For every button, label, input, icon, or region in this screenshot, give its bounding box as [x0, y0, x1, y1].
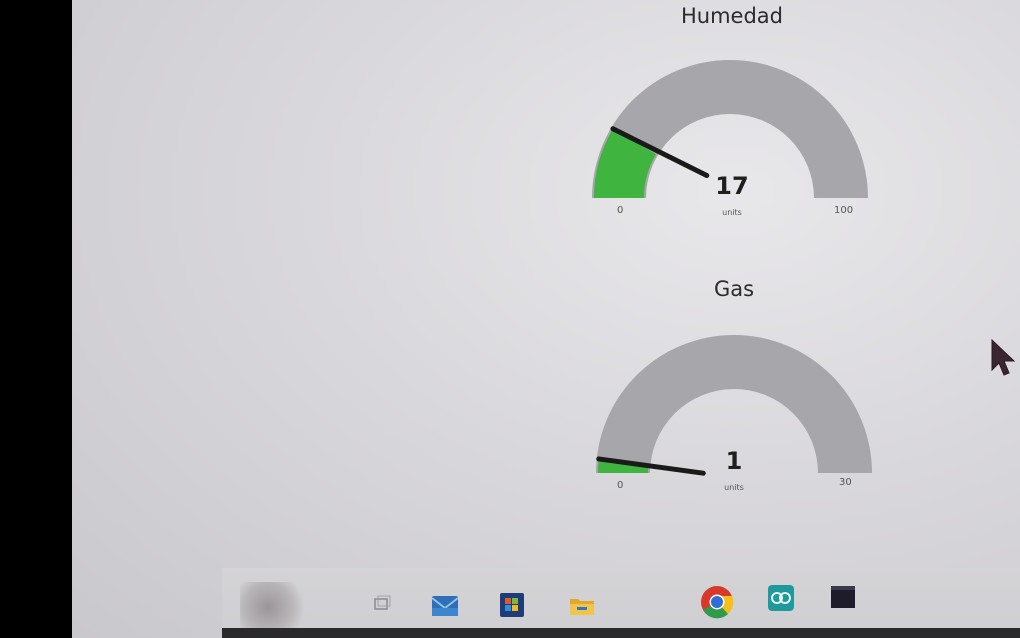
gauge-min-label: 0	[617, 205, 624, 216]
screen: Humedad 17 units 0 100 Gas 1 units 0 30	[72, 0, 1020, 638]
gauge-gas: Gas 1 units 0 30	[584, 275, 884, 505]
gauge-units: units	[724, 483, 744, 492]
terminal-icon[interactable]	[828, 582, 858, 612]
chrome-icon[interactable]	[700, 585, 734, 619]
task-view-icon[interactable]	[367, 590, 397, 620]
widgets-icon[interactable]	[240, 582, 310, 632]
mail-icon[interactable]	[430, 590, 460, 620]
gauge-value: 1	[725, 447, 743, 475]
gauge-max-label: 30	[839, 477, 852, 488]
gauge-units: units	[722, 208, 742, 217]
gauge-min-label: 0	[617, 480, 624, 491]
store-icon[interactable]	[497, 590, 527, 620]
mouse-cursor-icon	[991, 338, 1016, 376]
gauge-humedad: Humedad 17 units 0 100	[582, 0, 882, 230]
gauge-max-label: 100	[834, 205, 854, 216]
gauge-value: 17	[715, 172, 749, 200]
taskbar	[222, 568, 1020, 638]
file-explorer-icon[interactable]	[567, 590, 597, 620]
arduino-icon[interactable]	[766, 583, 796, 613]
taskbar-edge	[222, 628, 1020, 638]
